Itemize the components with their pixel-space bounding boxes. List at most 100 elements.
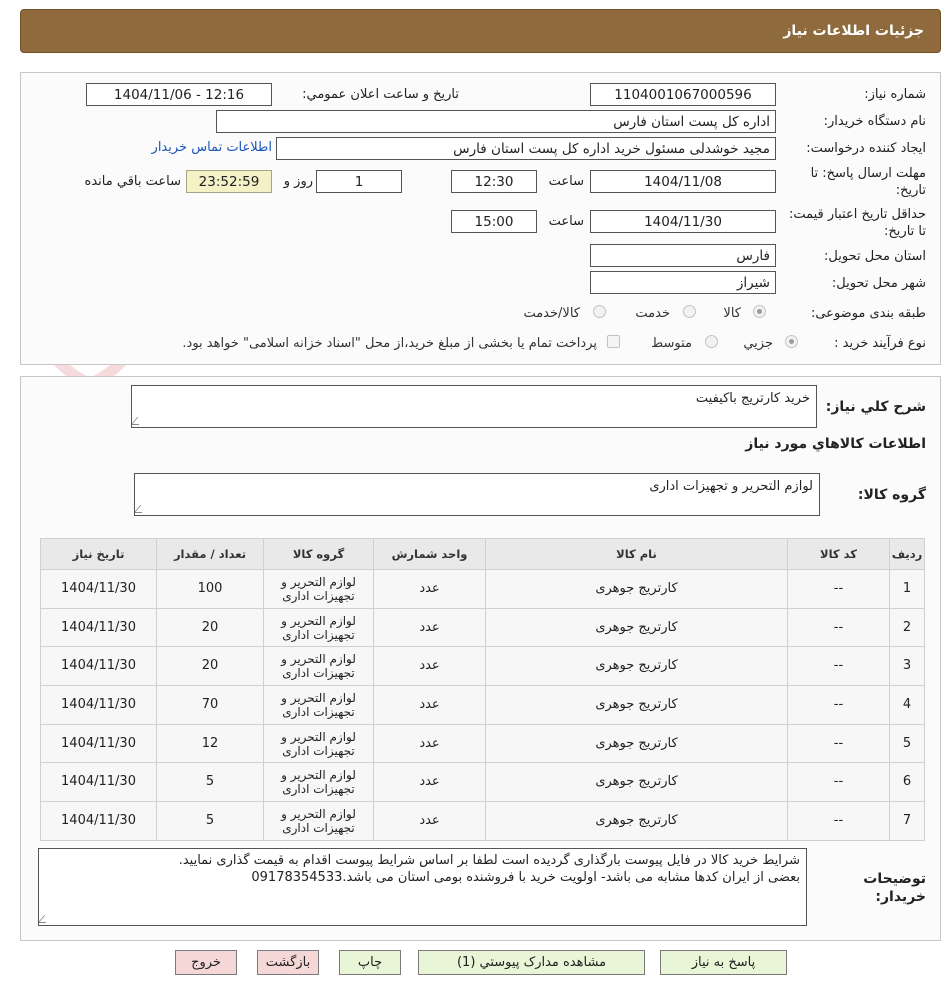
cell-goods-code: --: [787, 723, 890, 764]
cell-quantity: 12: [156, 723, 264, 764]
buyer-notes-textarea[interactable]: شرایط خرید کالا در فایل پیوست بارگذاری گ…: [38, 848, 807, 926]
cell-goods-group: لوازم التحریر و تجهیزات اداری: [263, 762, 374, 803]
table-header-row: ردیف کد کالا نام کالا واحد شمارش گروه کا…: [40, 538, 925, 570]
cell-need-date: 1404/11/30: [40, 762, 157, 803]
cell-quantity: 5: [156, 801, 264, 841]
deadline-date-field: 1404/11/08: [590, 170, 776, 193]
validity-label: حداقل تاریخ اعتبار قیمت: تا تاریخ:: [788, 207, 926, 239]
cell-goods-group-line: لوازم التحریر و: [281, 652, 356, 667]
cell-goods-group-line: لوازم التحریر و: [281, 690, 356, 705]
cell-goods-group: لوازم التحریر و تجهیزات اداری: [263, 685, 374, 725]
days-field: 1: [316, 170, 402, 193]
cell-unit: عدد: [373, 646, 486, 687]
city-label: شهر محل تحویل:: [831, 276, 926, 291]
cell-goods-name: کارتریج جوهری: [485, 762, 788, 803]
resize-grip-icon[interactable]: [135, 505, 149, 513]
cell-goods-group: لوازم التحریر و تجهیزات اداری: [263, 607, 374, 648]
header-goods-code: کد کالا: [787, 538, 890, 570]
cell-row-index: 6: [889, 762, 925, 803]
cell-goods-group-line: تجهیزات اداری: [282, 782, 355, 797]
cell-row-index: 3: [889, 646, 925, 687]
validity-date-field: 1404/11/30: [590, 210, 776, 233]
table-row: 4 -- کارتریج جوهری عدد لوازم التحریر و تجهیزا…: [40, 685, 925, 725]
summary-textarea[interactable]: خرید کارتریج باکیفیت: [131, 385, 817, 428]
attachments-button[interactable]: مشاهده مدارک پیوستي (1): [418, 950, 645, 975]
header-goods-name: نام کالا: [485, 538, 788, 570]
announce-field: 1404/11/06 - 12:16: [86, 83, 272, 106]
category-radio-goods-service[interactable]: [593, 305, 606, 318]
cell-row-index: 1: [889, 569, 925, 609]
cell-need-date: 1404/11/30: [40, 685, 157, 725]
resize-grip-icon[interactable]: [39, 915, 53, 923]
cell-goods-group-line: لوازم التحریر و: [281, 768, 356, 783]
cell-goods-name: کارتریج جوهری: [485, 569, 788, 609]
cell-need-date: 1404/11/30: [40, 607, 157, 648]
category-radio-goods[interactable]: [753, 305, 766, 318]
cell-quantity: 5: [156, 762, 264, 803]
goods-info-title: اطلاعات كالاهاي مورد نياز: [745, 436, 926, 452]
goods-group-textarea[interactable]: لوازم التحریر و تجهیزات اداری: [134, 473, 820, 516]
header-quantity: تعداد / مقدار: [156, 538, 264, 570]
cell-goods-name: کارتریج جوهری: [485, 801, 788, 841]
table-row: 5 -- کارتریج جوهری عدد لوازم التحریر و تجهیزا…: [40, 723, 925, 764]
cell-unit: عدد: [373, 762, 486, 803]
buyer-org-label: نام دستگاه خریدار:: [823, 114, 926, 129]
cell-quantity: 70: [156, 685, 264, 725]
goods-group-label: گروه کالا:: [857, 487, 926, 503]
process-label: نوع فرآیند خرید :: [834, 336, 926, 351]
cell-goods-group-line: تجهیزات اداری: [282, 666, 355, 681]
cell-goods-group: لوازم التحریر و تجهیزات اداری: [263, 801, 374, 841]
table-row: 6 -- کارتریج جوهری عدد لوازم التحریر و تجهیزا…: [40, 762, 925, 803]
back-button[interactable]: بازگشت: [257, 950, 319, 975]
need-number-field: 1104001067000596: [590, 83, 776, 106]
buyer-notes-label: توضیحات خریدار:: [863, 871, 926, 905]
print-button[interactable]: چاپ: [339, 950, 401, 975]
goods-group-text: لوازم التحریر و تجهیزات اداری: [649, 479, 813, 494]
cell-goods-code: --: [787, 685, 890, 725]
reply-button[interactable]: پاسخ به نیاز: [660, 950, 787, 975]
cell-need-date: 1404/11/30: [40, 569, 157, 609]
summary-text: خرید کارتریج باکیفیت: [695, 391, 810, 406]
cell-row-index: 7: [889, 801, 925, 841]
cell-goods-group-line: تجهیزات اداری: [282, 588, 355, 603]
cell-need-date: 1404/11/30: [40, 723, 157, 764]
cell-row-index: 4: [889, 685, 925, 725]
header-unit: واحد شمارش: [373, 538, 486, 570]
buyer-org-field: اداره کل پست استان فارس: [216, 110, 776, 133]
cell-unit: عدد: [373, 723, 486, 764]
cell-goods-group: لوازم التحریر و تجهیزات اداری: [263, 569, 374, 609]
cell-goods-group-line: لوازم التحریر و: [281, 729, 356, 744]
requester-label: ایجاد کننده درخواست:: [806, 141, 926, 156]
remaining-label: ساعت باقي مانده: [84, 174, 181, 189]
process-option-medium: متوسط: [651, 336, 692, 351]
cell-unit: عدد: [373, 685, 486, 725]
cell-goods-group-line: لوازم التحریر و: [281, 574, 356, 589]
payment-note: پرداخت تمام یا بخشی از مبلغ خرید،از محل …: [182, 336, 597, 351]
resize-grip-icon[interactable]: [132, 417, 146, 425]
buyer-notes-line-2: بعضی از ایران کدها مشابه می باشد- اولویت…: [251, 870, 800, 885]
cell-goods-code: --: [787, 762, 890, 803]
requester-field: مجید خوشدلی مسئول خرید اداره کل پست استا…: [276, 137, 776, 160]
cell-goods-group-line: لوازم التحریر و: [281, 613, 356, 628]
cell-goods-group-line: تجهیزات اداری: [282, 704, 355, 719]
cell-goods-name: کارتریج جوهری: [485, 685, 788, 725]
header-goods-group: گروه کالا: [263, 538, 374, 570]
validity-time-field: 15:00: [451, 210, 537, 233]
province-field: فارس: [590, 244, 776, 267]
cell-goods-group-line: تجهیزات اداری: [282, 743, 355, 758]
cell-unit: عدد: [373, 607, 486, 648]
process-radio-minor[interactable]: [785, 335, 798, 348]
cell-row-index: 5: [889, 723, 925, 764]
category-radio-service[interactable]: [683, 305, 696, 318]
treasury-checkbox[interactable]: [607, 335, 620, 348]
process-radio-medium[interactable]: [705, 335, 718, 348]
cell-goods-group-line: تجهیزات اداری: [282, 627, 355, 642]
cell-row-index: 2: [889, 607, 925, 648]
table-row: 2 -- کارتریج جوهری عدد لوازم التحریر و تجهیزا…: [40, 607, 925, 648]
buyer-contact-link[interactable]: اطلاعات تماس خریدار: [152, 140, 272, 155]
deadline-time-label: ساعت: [548, 174, 584, 189]
province-label: استان محل تحویل:: [824, 249, 926, 264]
cell-quantity: 100: [156, 569, 264, 609]
exit-button[interactable]: خروج: [175, 950, 237, 975]
page-header: جزئیات اطلاعات نیاز: [20, 9, 941, 53]
